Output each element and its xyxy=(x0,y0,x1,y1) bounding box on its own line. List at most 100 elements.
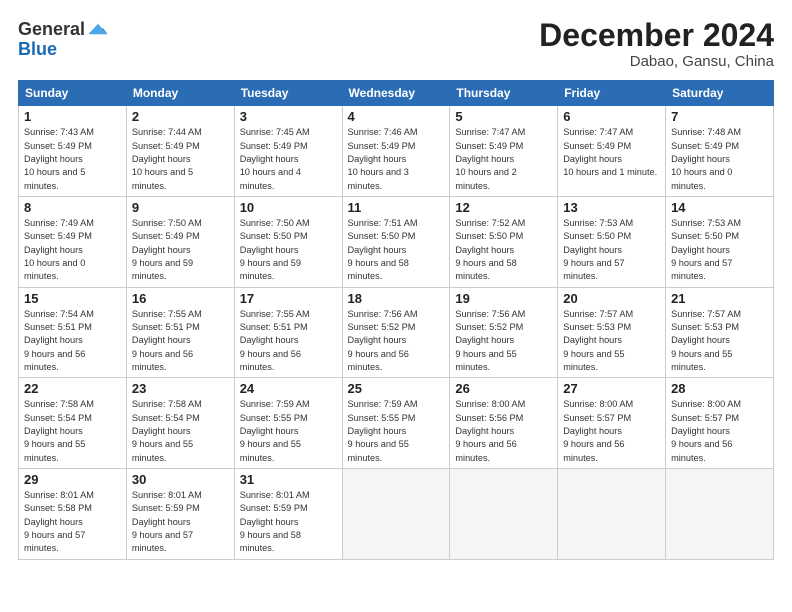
calendar-cell xyxy=(450,469,558,560)
day-info: Sunrise: 8:00 AM Sunset: 5:57 PM Dayligh… xyxy=(563,398,660,465)
col-wednesday: Wednesday xyxy=(342,81,450,106)
calendar-cell: 29 Sunrise: 8:01 AM Sunset: 5:58 PM Dayl… xyxy=(19,469,127,560)
calendar-cell: 9 Sunrise: 7:50 AM Sunset: 5:49 PM Dayli… xyxy=(126,196,234,287)
month-title: December 2024 xyxy=(539,18,774,53)
day-info: Sunrise: 7:50 AM Sunset: 5:50 PM Dayligh… xyxy=(240,217,337,284)
day-info: Sunrise: 7:51 AM Sunset: 5:50 PM Dayligh… xyxy=(348,217,445,284)
calendar-cell: 5 Sunrise: 7:47 AM Sunset: 5:49 PM Dayli… xyxy=(450,106,558,197)
day-info: Sunrise: 7:54 AM Sunset: 5:51 PM Dayligh… xyxy=(24,308,121,375)
day-info: Sunrise: 7:47 AM Sunset: 5:49 PM Dayligh… xyxy=(455,126,552,193)
day-info: Sunrise: 7:59 AM Sunset: 5:55 PM Dayligh… xyxy=(240,398,337,465)
week-row-4: 22 Sunrise: 7:58 AM Sunset: 5:54 PM Dayl… xyxy=(19,378,774,469)
col-saturday: Saturday xyxy=(666,81,774,106)
day-number: 14 xyxy=(671,200,768,215)
day-info: Sunrise: 7:49 AM Sunset: 5:49 PM Dayligh… xyxy=(24,217,121,284)
day-number: 27 xyxy=(563,381,660,396)
day-number: 9 xyxy=(132,200,229,215)
day-number: 28 xyxy=(671,381,768,396)
day-info: Sunrise: 7:43 AM Sunset: 5:49 PM Dayligh… xyxy=(24,126,121,193)
day-info: Sunrise: 7:59 AM Sunset: 5:55 PM Dayligh… xyxy=(348,398,445,465)
col-tuesday: Tuesday xyxy=(234,81,342,106)
calendar-cell: 20 Sunrise: 7:57 AM Sunset: 5:53 PM Dayl… xyxy=(558,287,666,378)
location: Dabao, Gansu, China xyxy=(539,53,774,70)
day-info: Sunrise: 7:44 AM Sunset: 5:49 PM Dayligh… xyxy=(132,126,229,193)
calendar-cell: 16 Sunrise: 7:55 AM Sunset: 5:51 PM Dayl… xyxy=(126,287,234,378)
header: General Blue December 2024 Dabao, Gansu,… xyxy=(18,18,774,70)
day-info: Sunrise: 7:46 AM Sunset: 5:49 PM Dayligh… xyxy=(348,126,445,193)
day-info: Sunrise: 7:58 AM Sunset: 5:54 PM Dayligh… xyxy=(132,398,229,465)
calendar-cell: 31 Sunrise: 8:01 AM Sunset: 5:59 PM Dayl… xyxy=(234,469,342,560)
calendar-cell: 30 Sunrise: 8:01 AM Sunset: 5:59 PM Dayl… xyxy=(126,469,234,560)
day-number: 20 xyxy=(563,291,660,306)
calendar-cell xyxy=(558,469,666,560)
day-number: 15 xyxy=(24,291,121,306)
day-info: Sunrise: 8:00 AM Sunset: 5:56 PM Dayligh… xyxy=(455,398,552,465)
day-info: Sunrise: 8:01 AM Sunset: 5:58 PM Dayligh… xyxy=(24,489,121,556)
calendar-cell: 27 Sunrise: 8:00 AM Sunset: 5:57 PM Dayl… xyxy=(558,378,666,469)
calendar-cell: 4 Sunrise: 7:46 AM Sunset: 5:49 PM Dayli… xyxy=(342,106,450,197)
calendar-cell: 2 Sunrise: 7:44 AM Sunset: 5:49 PM Dayli… xyxy=(126,106,234,197)
calendar-cell xyxy=(666,469,774,560)
calendar-cell xyxy=(342,469,450,560)
calendar-cell: 6 Sunrise: 7:47 AM Sunset: 5:49 PM Dayli… xyxy=(558,106,666,197)
logo-general: General xyxy=(18,20,85,38)
day-number: 30 xyxy=(132,472,229,487)
calendar-cell: 18 Sunrise: 7:56 AM Sunset: 5:52 PM Dayl… xyxy=(342,287,450,378)
day-number: 22 xyxy=(24,381,121,396)
day-info: Sunrise: 7:53 AM Sunset: 5:50 PM Dayligh… xyxy=(671,217,768,284)
day-number: 8 xyxy=(24,200,121,215)
week-row-1: 1 Sunrise: 7:43 AM Sunset: 5:49 PM Dayli… xyxy=(19,106,774,197)
day-info: Sunrise: 7:57 AM Sunset: 5:53 PM Dayligh… xyxy=(671,308,768,375)
day-number: 13 xyxy=(563,200,660,215)
day-number: 25 xyxy=(348,381,445,396)
calendar-cell: 21 Sunrise: 7:57 AM Sunset: 5:53 PM Dayl… xyxy=(666,287,774,378)
logo-icon xyxy=(87,18,109,40)
calendar-cell: 11 Sunrise: 7:51 AM Sunset: 5:50 PM Dayl… xyxy=(342,196,450,287)
day-info: Sunrise: 8:01 AM Sunset: 5:59 PM Dayligh… xyxy=(240,489,337,556)
page: General Blue December 2024 Dabao, Gansu,… xyxy=(0,0,792,612)
week-row-5: 29 Sunrise: 8:01 AM Sunset: 5:58 PM Dayl… xyxy=(19,469,774,560)
calendar-cell: 12 Sunrise: 7:52 AM Sunset: 5:50 PM Dayl… xyxy=(450,196,558,287)
day-number: 11 xyxy=(348,200,445,215)
day-number: 23 xyxy=(132,381,229,396)
calendar-cell: 19 Sunrise: 7:56 AM Sunset: 5:52 PM Dayl… xyxy=(450,287,558,378)
calendar-cell: 7 Sunrise: 7:48 AM Sunset: 5:49 PM Dayli… xyxy=(666,106,774,197)
title-block: December 2024 Dabao, Gansu, China xyxy=(539,18,774,70)
day-info: Sunrise: 7:56 AM Sunset: 5:52 PM Dayligh… xyxy=(348,308,445,375)
day-number: 26 xyxy=(455,381,552,396)
day-number: 29 xyxy=(24,472,121,487)
calendar-cell: 17 Sunrise: 7:55 AM Sunset: 5:51 PM Dayl… xyxy=(234,287,342,378)
calendar-cell: 22 Sunrise: 7:58 AM Sunset: 5:54 PM Dayl… xyxy=(19,378,127,469)
header-row: Sunday Monday Tuesday Wednesday Thursday… xyxy=(19,81,774,106)
week-row-3: 15 Sunrise: 7:54 AM Sunset: 5:51 PM Dayl… xyxy=(19,287,774,378)
day-info: Sunrise: 7:45 AM Sunset: 5:49 PM Dayligh… xyxy=(240,126,337,193)
day-info: Sunrise: 7:58 AM Sunset: 5:54 PM Dayligh… xyxy=(24,398,121,465)
logo: General Blue xyxy=(18,18,109,60)
day-number: 6 xyxy=(563,109,660,124)
day-info: Sunrise: 7:56 AM Sunset: 5:52 PM Dayligh… xyxy=(455,308,552,375)
day-number: 1 xyxy=(24,109,121,124)
day-number: 31 xyxy=(240,472,337,487)
day-number: 19 xyxy=(455,291,552,306)
day-info: Sunrise: 7:53 AM Sunset: 5:50 PM Dayligh… xyxy=(563,217,660,284)
day-info: Sunrise: 7:47 AM Sunset: 5:49 PM Dayligh… xyxy=(563,126,660,179)
calendar-cell: 25 Sunrise: 7:59 AM Sunset: 5:55 PM Dayl… xyxy=(342,378,450,469)
day-number: 7 xyxy=(671,109,768,124)
day-info: Sunrise: 7:55 AM Sunset: 5:51 PM Dayligh… xyxy=(240,308,337,375)
week-row-2: 8 Sunrise: 7:49 AM Sunset: 5:49 PM Dayli… xyxy=(19,196,774,287)
day-number: 18 xyxy=(348,291,445,306)
day-info: Sunrise: 7:55 AM Sunset: 5:51 PM Dayligh… xyxy=(132,308,229,375)
day-number: 5 xyxy=(455,109,552,124)
day-number: 2 xyxy=(132,109,229,124)
calendar-cell: 24 Sunrise: 7:59 AM Sunset: 5:55 PM Dayl… xyxy=(234,378,342,469)
col-sunday: Sunday xyxy=(19,81,127,106)
day-number: 16 xyxy=(132,291,229,306)
logo-block: General Blue xyxy=(18,18,109,60)
day-number: 24 xyxy=(240,381,337,396)
day-number: 21 xyxy=(671,291,768,306)
day-number: 3 xyxy=(240,109,337,124)
day-info: Sunrise: 8:01 AM Sunset: 5:59 PM Dayligh… xyxy=(132,489,229,556)
day-info: Sunrise: 7:57 AM Sunset: 5:53 PM Dayligh… xyxy=(563,308,660,375)
day-number: 17 xyxy=(240,291,337,306)
calendar-cell: 15 Sunrise: 7:54 AM Sunset: 5:51 PM Dayl… xyxy=(19,287,127,378)
